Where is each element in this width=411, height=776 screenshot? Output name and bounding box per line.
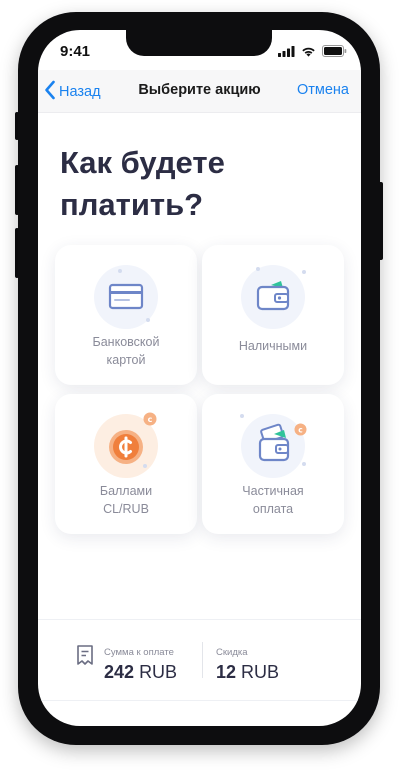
wifi-icon <box>301 44 316 62</box>
svg-text:c: c <box>148 415 153 424</box>
heading: Как будете платить? <box>60 145 225 222</box>
option-label: Наличными <box>238 339 308 353</box>
navigation-bar: Назад Выберите акцию Отмена <box>38 70 361 113</box>
amount-number: 242 <box>104 662 135 682</box>
payment-option-card[interactable]: c Частичная оплата <box>202 394 344 534</box>
decor-dot <box>302 270 306 274</box>
svg-text:c: c <box>298 426 302 435</box>
decor-dot <box>256 267 260 271</box>
discount-number: 12 <box>216 662 237 682</box>
decor-dot <box>143 464 147 468</box>
payment-option-card[interactable]: Наличными <box>202 245 344 385</box>
decor-dot <box>118 269 122 273</box>
signal-icon <box>278 44 295 62</box>
option-label: Частичная оплата <box>242 484 304 516</box>
receipt-icon <box>76 644 94 671</box>
payment-option-card[interactable]: c Баллами CL/RUB <box>55 394 197 534</box>
amount-value: 242 RUB <box>104 662 177 683</box>
discount-value: 12 RUB <box>216 662 279 683</box>
amount-caption: Сумма к оплате <box>104 647 174 658</box>
notch <box>126 30 272 56</box>
phone-screen: 9:41 Назад Выберите акцию Отмена Как буд… <box>38 30 361 726</box>
summary-divider <box>202 642 203 678</box>
cancel-button[interactable]: Отмена <box>297 82 349 98</box>
discount-caption: Скидка <box>216 647 248 658</box>
decor-dot <box>146 318 150 322</box>
option-label: Баллами CL/RUB <box>99 484 153 516</box>
discount-currency: RUB <box>241 662 280 682</box>
status-icons <box>278 44 347 62</box>
option-label: Банковской картой <box>92 335 160 367</box>
payment-summary: Сумма к оплате 242 RUB Скидка 12 RUB <box>38 619 361 701</box>
amount-currency: RUB <box>139 662 178 682</box>
payment-option-card[interactable]: Банковской картой <box>55 245 197 385</box>
status-time: 9:41 <box>60 43 91 60</box>
small-coin-icon: c <box>294 423 307 441</box>
battery-icon <box>322 44 347 62</box>
small-coin-icon: c <box>143 412 157 431</box>
decor-dot <box>302 462 306 466</box>
decor-dot <box>240 414 244 418</box>
wallet-icon <box>241 265 305 329</box>
